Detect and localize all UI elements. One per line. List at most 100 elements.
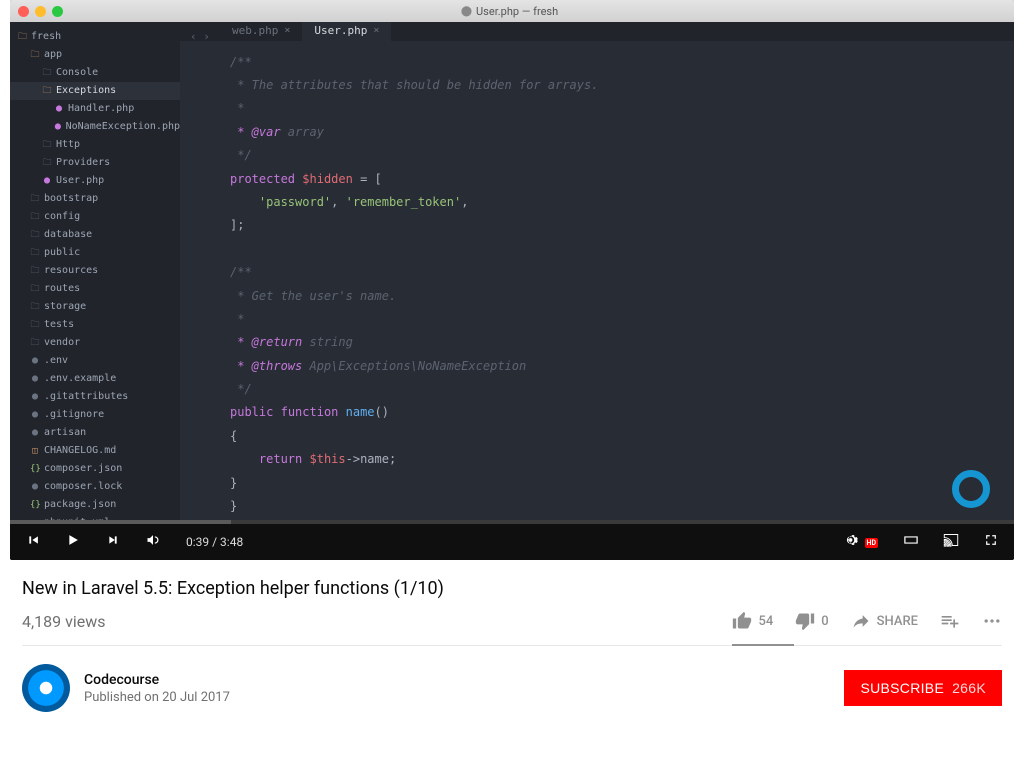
tree-item-label: User.php	[56, 173, 104, 189]
channel-avatar[interactable]	[22, 664, 70, 712]
theater-mode-button[interactable]	[900, 529, 922, 556]
tree-item-label: artisan	[44, 425, 86, 441]
tree-item-routes[interactable]: 🗀routes	[10, 280, 180, 298]
settings-button[interactable]: HD	[842, 529, 882, 556]
more-actions-button[interactable]	[982, 611, 1002, 631]
tree-item-public[interactable]: 🗀public	[10, 244, 180, 262]
tree-item-label: config	[44, 209, 80, 225]
tree-item-storage[interactable]: 🗀storage	[10, 298, 180, 316]
tree-item--gitignore[interactable]: ⬤.gitignore	[10, 406, 180, 424]
tab-nav-arrows[interactable]: ‹ ›	[190, 28, 210, 46]
tree-item--env[interactable]: ⬤.env	[10, 352, 180, 370]
tree-item-config[interactable]: 🗀 config	[10, 208, 180, 226]
project-name: fresh	[31, 29, 61, 45]
folder-icon: 🗀	[42, 66, 52, 80]
tree-item-Http[interactable]: 🗀 Http	[10, 136, 180, 154]
thumbs-up-icon	[732, 611, 752, 631]
subscribe-button[interactable]: SUBSCRIBE266K	[844, 670, 1002, 706]
tree-item-app[interactable]: 🗀 app	[10, 46, 180, 64]
next-button[interactable]	[102, 529, 124, 556]
tab-web-php[interactable]: web.php ×	[220, 22, 302, 41]
tree-item-label: database	[44, 227, 92, 243]
tree-item-bootstrap[interactable]: 🗀bootstrap	[10, 190, 180, 208]
fullscreen-button[interactable]	[980, 529, 1002, 556]
channel-row: Codecourse Published on 20 Jul 2017 SUBS…	[0, 646, 1024, 730]
tree-item-composer-json[interactable]: {}composer.json	[10, 460, 180, 478]
project-root[interactable]: 🗀 fresh	[10, 28, 180, 46]
play-button[interactable]	[62, 529, 84, 556]
folder-open-icon: 🗀	[42, 84, 52, 98]
tree-item-label: app	[44, 47, 62, 63]
folder-open-icon: 🗀	[18, 30, 27, 44]
md-icon: ◫	[30, 444, 40, 458]
dislike-button[interactable]: 0	[795, 611, 828, 631]
channel-info: Codecourse Published on 20 Jul 2017	[84, 672, 230, 705]
dot-icon: ⬤	[30, 356, 40, 366]
folder-icon: 🗀	[30, 210, 40, 224]
tree-item-resources[interactable]: 🗀resources	[10, 262, 180, 280]
tree-item-database[interactable]: 🗀database	[10, 226, 180, 244]
file-tree-sidebar[interactable]: 🗀 fresh 🗀 app🗀Console🗀Exceptions ⬤ Handler.…	[10, 22, 180, 520]
volume-button[interactable]	[142, 529, 164, 556]
tab-label: User.php	[314, 22, 367, 40]
close-icon[interactable]: ×	[284, 23, 290, 39]
channel-watermark[interactable]	[952, 470, 990, 508]
channel-name[interactable]: Codecourse	[84, 672, 230, 688]
tree-item-NoNameException-php[interactable]: ⬤NoNameException.php	[10, 118, 180, 136]
tree-item-label: NoNameException.php	[66, 119, 180, 135]
tree-item-Handler-php[interactable]: ⬤ Handler.php	[10, 100, 180, 118]
tree-item-label: Http	[56, 137, 80, 153]
share-label: SHARE	[877, 614, 918, 629]
tree-item-label: .env.example	[44, 371, 116, 387]
minimize-window-button[interactable]	[35, 6, 46, 17]
tree-item-label: Handler.php	[68, 101, 134, 117]
tree-item-label: package.json	[44, 497, 116, 513]
tree-item--gitattributes[interactable]: ⬤ .gitattributes	[10, 388, 180, 406]
video-info-section: New in Laravel 5.5: Exception helper fun…	[0, 560, 1024, 646]
folder-icon: 🗀	[42, 138, 52, 152]
thumbs-down-icon	[795, 611, 815, 631]
tree-item-tests[interactable]: 🗀tests	[10, 316, 180, 334]
macos-titlebar: ⬤ User.php — fresh	[10, 0, 1014, 22]
video-player: ⬤ User.php — fresh 🗀 fresh 🗀app🗀Console🗀…	[10, 0, 1014, 560]
close-icon[interactable]: ×	[373, 23, 379, 39]
dot-icon: ⬤	[30, 428, 40, 438]
video-progress-bar[interactable]	[10, 520, 1014, 524]
dot-icon: ⬤	[30, 374, 40, 384]
maximize-window-button[interactable]	[52, 6, 63, 17]
cast-button[interactable]	[940, 529, 962, 556]
tree-item-composer-lock[interactable]: ⬤ composer.lock	[10, 478, 180, 496]
tree-item-CHANGELOG-md[interactable]: ◫CHANGELOG.md	[10, 442, 180, 460]
tree-item-Console[interactable]: 🗀Console	[10, 64, 180, 82]
tree-item-label: composer.lock	[44, 479, 122, 495]
tree-item-artisan[interactable]: ⬤ artisan	[10, 424, 180, 442]
tree-item-vendor[interactable]: 🗀vendor	[10, 334, 180, 352]
video-title: New in Laravel 5.5: Exception helper fun…	[22, 578, 1002, 599]
code-area[interactable]: /** * The attributes that should be hidd…	[180, 41, 1014, 529]
like-count: 54	[758, 614, 773, 629]
share-button[interactable]: SHARE	[851, 611, 918, 631]
folder-icon: 🗀	[30, 300, 40, 314]
add-to-playlist-button[interactable]	[940, 611, 960, 631]
tree-item-label: .gitattributes	[44, 389, 128, 405]
close-window-button[interactable]	[18, 6, 29, 17]
tree-item-User-php[interactable]: ⬤User.php	[10, 172, 180, 190]
tree-item-Providers[interactable]: 🗀Providers	[10, 154, 180, 172]
tree-item-Exceptions[interactable]: 🗀Exceptions	[10, 82, 180, 100]
tree-item-package-json[interactable]: {} package.json	[10, 496, 180, 514]
json-icon: {}	[30, 498, 40, 512]
folder-open-icon: 🗀	[30, 48, 40, 62]
window-title: ⬤ User.php — fresh	[63, 5, 956, 18]
folder-icon: 🗀	[42, 156, 52, 170]
tree-item-label: public	[44, 245, 80, 261]
publish-date: Published on 20 Jul 2017	[84, 690, 230, 705]
tree-item--env-example[interactable]: ⬤ .env.example	[10, 370, 180, 388]
dot-icon: ⬤	[30, 392, 40, 402]
like-button[interactable]: 54	[732, 611, 773, 631]
tab-user-php[interactable]: User.php ×	[302, 22, 391, 41]
previous-button[interactable]	[22, 529, 44, 556]
dot-icon: ⬤	[30, 482, 40, 492]
php-icon: ⬤	[54, 104, 64, 114]
more-horizontal-icon	[982, 611, 1002, 631]
editor-tabs: ‹ › web.php × User.php ×	[180, 22, 1014, 41]
